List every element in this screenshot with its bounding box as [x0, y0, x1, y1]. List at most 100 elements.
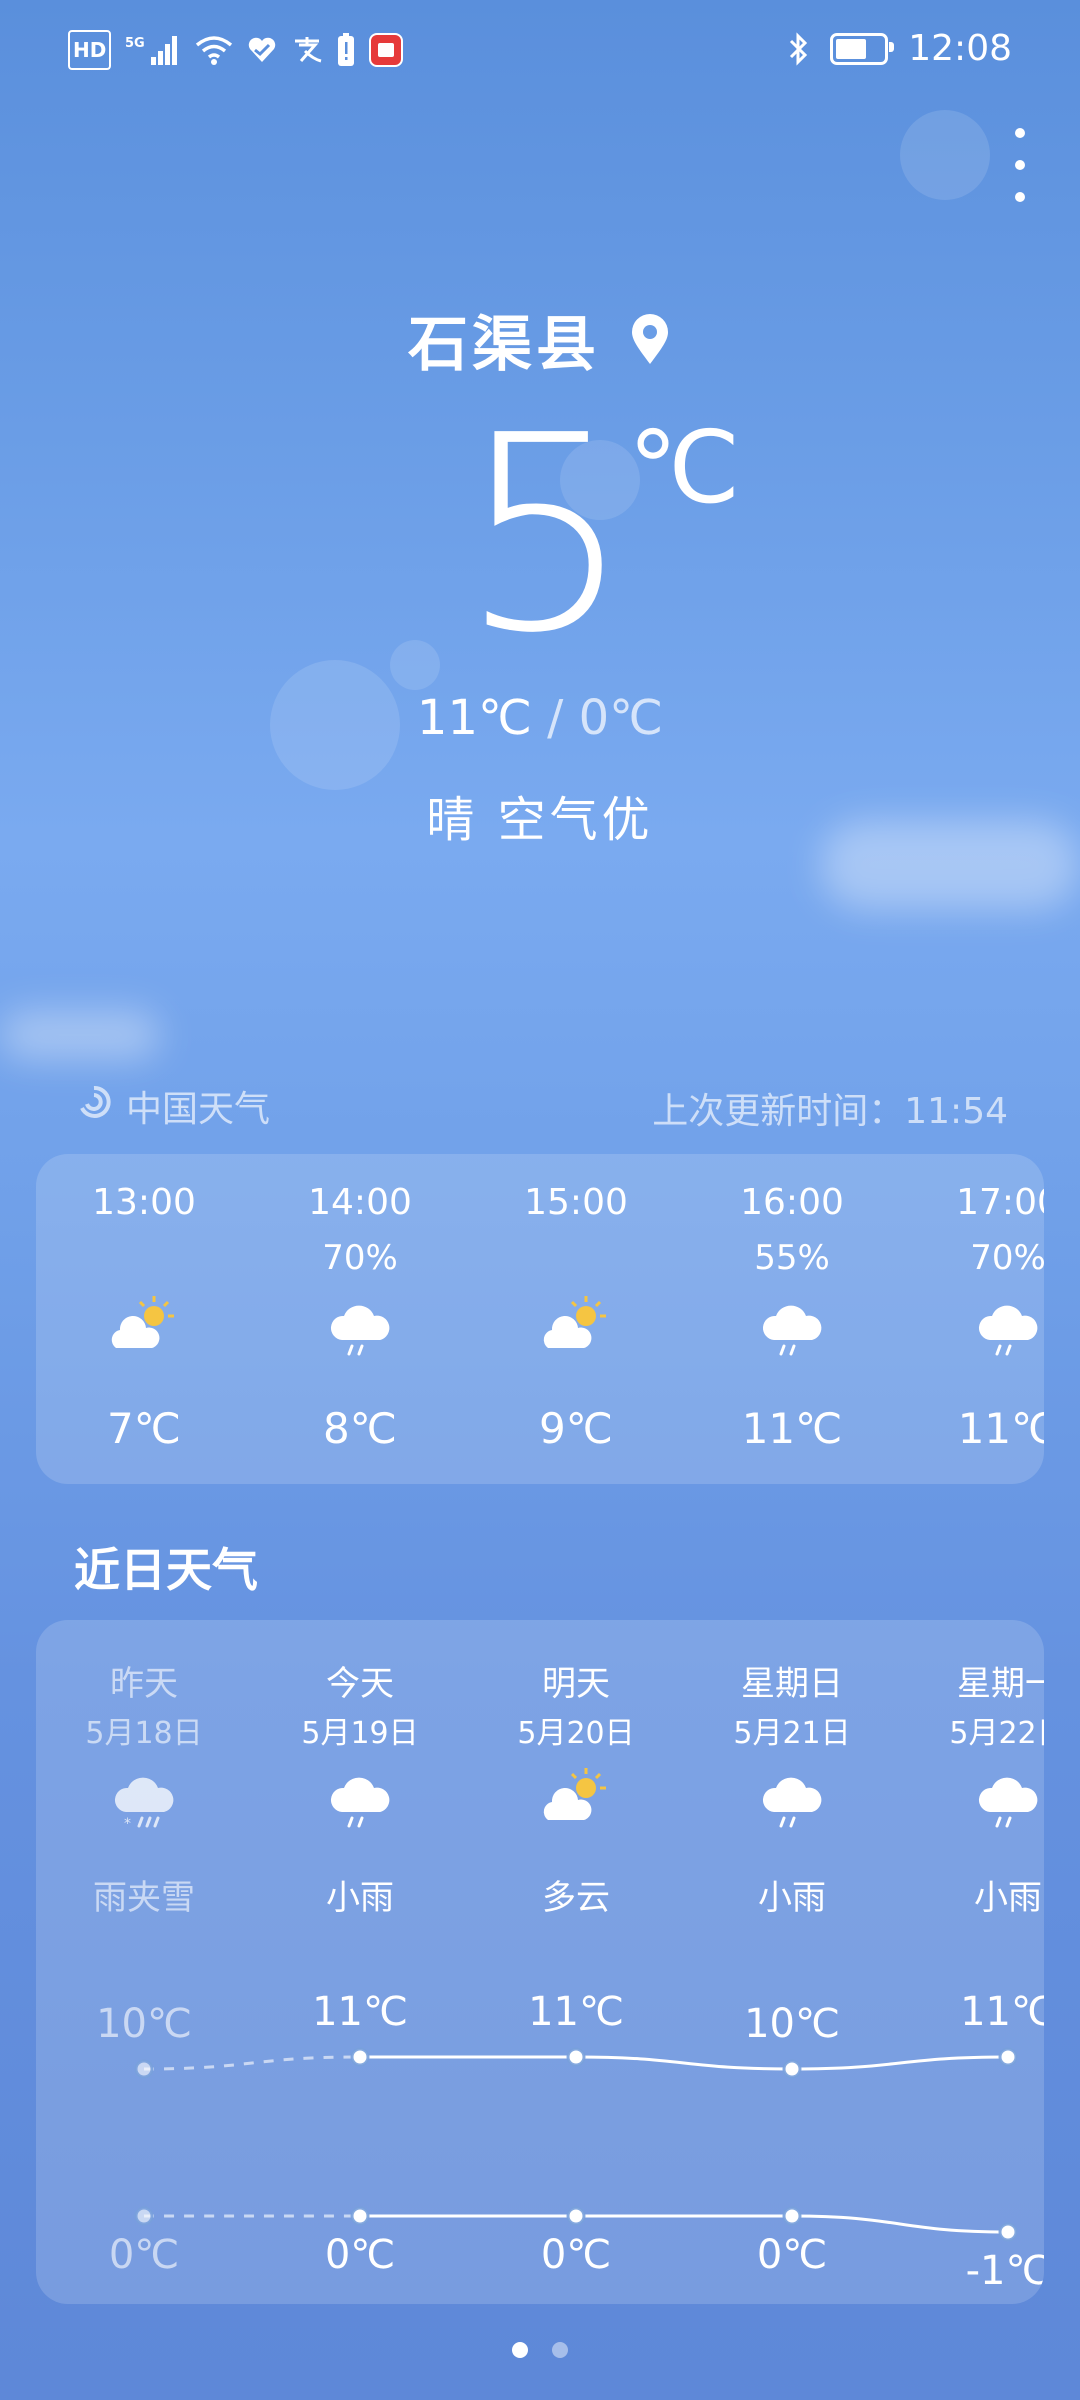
- lens-flare: [900, 110, 990, 200]
- temperature-value: 5: [460, 377, 632, 692]
- condition-row: 晴 空气优: [0, 780, 1080, 850]
- low-temp-label: 0℃: [540, 2232, 612, 2278]
- high-temp-line-segment: [791, 2055, 1009, 2071]
- health-icon: [247, 32, 277, 68]
- day-date: 5月22日: [949, 1716, 1044, 1751]
- high-temp-point: [998, 2047, 1018, 2067]
- low-temp: 0℃: [578, 690, 664, 746]
- alipay-icon: [291, 32, 323, 68]
- day-name: 星期一: [957, 1664, 1044, 1704]
- day-name: 昨天: [110, 1664, 178, 1704]
- hour-temperature: 8℃: [323, 1404, 397, 1453]
- precip-probability: 70%: [970, 1238, 1044, 1278]
- precip-probability: 55%: [754, 1238, 830, 1278]
- hour-time: 14:00: [308, 1182, 412, 1223]
- clock: 12:08: [908, 28, 1012, 69]
- notification-app-icon: [369, 33, 404, 67]
- hour-time: 13:00: [92, 1182, 196, 1223]
- rain-icon: [972, 1766, 1044, 1830]
- alert-battery-icon: [337, 32, 355, 68]
- low-temp-point: [998, 2222, 1018, 2242]
- signal-icon: 5G: [125, 32, 181, 68]
- temperature-unit: ℃: [628, 409, 741, 526]
- day-date: 5月18日: [85, 1716, 203, 1751]
- bluetooth-icon: [788, 31, 810, 67]
- rain-icon: [324, 1766, 396, 1830]
- high-low-temperature: 11℃ / 0℃: [0, 690, 1080, 746]
- hourly-forecast-card[interactable]: 13:00 7℃ 14:00 70% 8℃ 15:00 9℃ 16:00 55% 11…: [36, 1154, 1044, 1484]
- status-icons-right: 12:08: [788, 28, 1012, 69]
- low-temp-label: 0℃: [324, 2232, 396, 2278]
- cloud-decoration: [0, 1010, 160, 1060]
- day-condition: 小雨: [758, 1878, 826, 1918]
- hour-temperature: 7℃: [107, 1404, 181, 1453]
- low-temp-point: [134, 2206, 154, 2226]
- hour-temperature: 9℃: [539, 1404, 613, 1453]
- hilo-separator: /: [547, 690, 564, 746]
- page-indicator[interactable]: [0, 2342, 1080, 2358]
- source-name: 中国天气: [126, 1089, 271, 1130]
- page-dot[interactable]: [552, 2342, 568, 2358]
- high-temp-label: 10℃: [96, 2001, 192, 2047]
- partly-cloudy-icon: [108, 1294, 180, 1354]
- low-temp-point: [350, 2206, 370, 2226]
- network-type: 5G: [125, 36, 145, 51]
- hour-temperature: 11℃: [957, 1404, 1044, 1453]
- partly-cloudy-icon: [540, 1766, 612, 1830]
- rain-icon: [756, 1766, 828, 1830]
- page-dot[interactable]: [512, 2342, 528, 2358]
- day-condition: 雨夹雪: [93, 1878, 195, 1918]
- high-temp-line-segment: [575, 2055, 793, 2071]
- day-condition: 小雨: [974, 1878, 1042, 1918]
- low-temp-label: -1℃: [965, 2248, 1044, 2294]
- hour-time: 15:00: [524, 1182, 628, 1223]
- day-name: 今天: [326, 1664, 394, 1704]
- high-temp-label: 11℃: [312, 1989, 408, 2035]
- city-name[interactable]: 石渠县: [408, 296, 600, 383]
- low-temp-line-segment: [791, 2214, 1009, 2234]
- low-temp-label: 0℃: [108, 2232, 180, 2278]
- rain-icon: [756, 1294, 828, 1356]
- day-condition: 小雨: [326, 1878, 394, 1918]
- china-weather-logo-icon: [76, 1084, 112, 1129]
- battery-level: [836, 38, 867, 59]
- more-options-button[interactable]: [1008, 128, 1032, 202]
- more-dot-icon: [1015, 160, 1025, 170]
- low-temp-point: [782, 2206, 802, 2226]
- last-updated: 上次更新时间：11:54: [652, 1091, 1008, 1132]
- day-date: 5月20日: [517, 1716, 635, 1751]
- hour-time: 16:00: [740, 1182, 844, 1223]
- high-temp-point: [782, 2059, 802, 2079]
- air-quality[interactable]: 空气优: [498, 792, 654, 848]
- svg-text:*: *: [124, 1816, 131, 1830]
- city-row[interactable]: 石渠县: [0, 296, 1080, 383]
- wifi-icon: [195, 32, 233, 68]
- sleet-icon: *: [108, 1766, 180, 1832]
- battery-icon: [830, 32, 895, 65]
- day-name: 星期日: [741, 1664, 843, 1704]
- hd-icon: HD: [68, 30, 112, 70]
- day-name: 明天: [542, 1664, 610, 1704]
- high-temp-point: [566, 2047, 586, 2067]
- current-temperature: 5 ℃: [0, 400, 1080, 680]
- day-date: 5月21日: [733, 1716, 851, 1751]
- precip-probability: 70%: [322, 1238, 398, 1278]
- rain-icon: [324, 1294, 396, 1356]
- low-temp-label: 0℃: [756, 2232, 828, 2278]
- hour-temperature: 11℃: [741, 1404, 843, 1453]
- partly-cloudy-icon: [540, 1294, 612, 1354]
- high-temp-label: 11℃: [960, 1989, 1044, 2035]
- high-temp-label: 10℃: [744, 2001, 840, 2047]
- high-temp-line-segment: [143, 2055, 361, 2071]
- weather-source: 中国天气: [76, 1080, 270, 1132]
- rain-icon: [972, 1294, 1044, 1356]
- day-condition: 多云: [542, 1878, 610, 1918]
- status-icons-left: HD 5G: [68, 30, 404, 70]
- more-dot-icon: [1015, 128, 1025, 138]
- more-dot-icon: [1015, 192, 1025, 202]
- section-title: 近日天气: [74, 1543, 258, 1597]
- low-temp-point: [566, 2206, 586, 2226]
- high-temp-point: [134, 2059, 154, 2079]
- hour-time: 17:00: [956, 1182, 1044, 1223]
- daily-forecast-card[interactable]: 昨天 5月18日 * 雨夹雪 10℃ 0℃ 今天 5月19日 小雨 11℃ 0℃ 明天 5月…: [36, 1620, 1044, 2304]
